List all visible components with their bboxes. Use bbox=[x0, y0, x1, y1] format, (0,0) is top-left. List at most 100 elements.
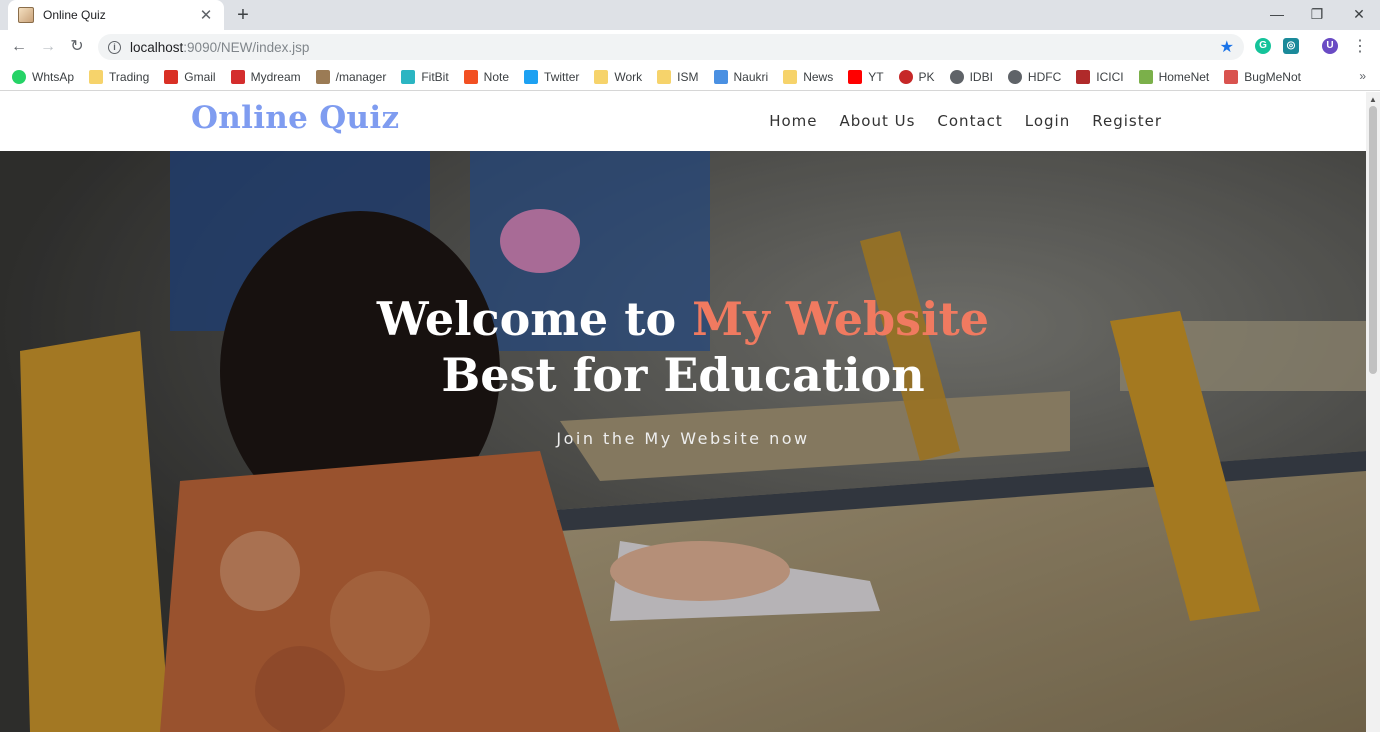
bookmark-item[interactable]: FitBit bbox=[401, 70, 449, 84]
bookmark-label: Twitter bbox=[544, 70, 580, 84]
fitbit-icon bbox=[401, 70, 416, 84]
bookmark-label: News bbox=[803, 70, 834, 84]
url-path: :9090/NEW/index.jsp bbox=[183, 39, 310, 55]
bookmark-label: HomeNet bbox=[1158, 70, 1210, 84]
bookmark-label: Note bbox=[483, 70, 510, 84]
hero-heading-line2: Best for Education bbox=[441, 348, 925, 402]
restore-icon[interactable]: ❐ bbox=[1297, 0, 1337, 30]
address-bar[interactable]: i localhost:9090/NEW/index.jsp ★ bbox=[98, 34, 1244, 60]
folder-icon bbox=[89, 70, 104, 84]
bookmark-label: Mydream bbox=[250, 70, 301, 84]
bookmark-label: ISM bbox=[677, 70, 699, 84]
menu-kebab-icon[interactable]: ⋮ bbox=[1348, 36, 1372, 58]
bookmark-label: ICICI bbox=[1096, 70, 1124, 84]
microsoft-icon bbox=[463, 70, 478, 84]
new-tab-button[interactable]: + bbox=[232, 4, 254, 26]
hero-heading-accent: My Website bbox=[692, 292, 990, 346]
url-host: localhost bbox=[130, 39, 184, 55]
nav-link-about-us[interactable]: About Us bbox=[839, 112, 915, 130]
extension-icon[interactable]: ◎ bbox=[1283, 38, 1299, 54]
bookmark-item[interactable]: Work bbox=[594, 70, 642, 84]
bookmark-star-icon[interactable]: ★ bbox=[1220, 37, 1234, 57]
bookmark-item[interactable]: Trading bbox=[89, 70, 149, 84]
pk-icon bbox=[898, 70, 913, 84]
globe-icon bbox=[1007, 70, 1022, 84]
bookmark-item[interactable]: WhtsAp bbox=[12, 70, 74, 84]
bookmark-label: YT bbox=[868, 70, 884, 84]
nav-link-home[interactable]: Home bbox=[769, 112, 817, 130]
youtube-icon bbox=[848, 70, 863, 84]
hero-banner: Welcome to My Website Best for Education… bbox=[0, 151, 1366, 732]
naukri-icon bbox=[713, 70, 728, 84]
back-icon[interactable]: ← bbox=[7, 36, 31, 58]
bookmark-label: Gmail bbox=[184, 70, 216, 84]
site-brand[interactable]: Online Quiz bbox=[191, 100, 399, 136]
bookmark-label: PK bbox=[918, 70, 935, 84]
bookmark-item[interactable]: HomeNet bbox=[1138, 70, 1210, 84]
bookmark-item[interactable]: PK bbox=[898, 70, 935, 84]
bookmark-item[interactable]: IDBI bbox=[949, 70, 993, 84]
vivaldi-icon bbox=[230, 70, 245, 84]
bookmark-item[interactable]: News bbox=[783, 70, 833, 84]
bookmark-item[interactable]: Naukri bbox=[713, 70, 769, 84]
bookmark-label: Naukri bbox=[733, 70, 769, 84]
bookmark-label: BugMeNot bbox=[1244, 70, 1301, 84]
reload-icon[interactable]: ↻ bbox=[65, 36, 89, 58]
browser-tab[interactable]: Online Quiz ✕ bbox=[8, 0, 224, 30]
hero-heading-line1: Welcome to My Website bbox=[0, 291, 1366, 347]
scroll-up-icon[interactable]: ▲ bbox=[1369, 95, 1377, 104]
bookmark-label: IDBI bbox=[969, 70, 993, 84]
bookmark-item[interactable]: HDFC bbox=[1007, 70, 1062, 84]
nav-link-contact[interactable]: Contact bbox=[937, 112, 1002, 130]
page-scrollbar[interactable]: ▲ bbox=[1366, 92, 1380, 732]
nav-link-register[interactable]: Register bbox=[1092, 112, 1162, 130]
bookmark-label: FitBit bbox=[421, 70, 449, 84]
forward-icon[interactable]: → bbox=[36, 36, 60, 58]
hero-text-block: Welcome to My Website Best for Education… bbox=[0, 291, 1366, 448]
bookmark-item[interactable]: Gmail bbox=[164, 70, 216, 84]
site-favicon-icon bbox=[18, 7, 34, 23]
bugmenot-icon bbox=[1224, 70, 1239, 84]
bookmarks-more-icon[interactable]: » bbox=[1359, 69, 1366, 83]
site-header: Online Quiz Home About Us Contact Login Regi… bbox=[0, 92, 1366, 151]
bookmark-item[interactable]: Mydream bbox=[230, 70, 301, 84]
bookmark-item[interactable]: ISM bbox=[657, 70, 699, 84]
folder-icon bbox=[594, 70, 609, 84]
hero-heading-prefix: Welcome to bbox=[376, 292, 693, 346]
folder-icon bbox=[657, 70, 672, 84]
nav-link-login[interactable]: Login bbox=[1025, 112, 1070, 130]
site-info-icon[interactable]: i bbox=[108, 40, 121, 54]
icici-icon bbox=[1076, 70, 1091, 84]
scrollbar-thumb[interactable] bbox=[1369, 106, 1377, 374]
bookmark-label: Trading bbox=[109, 70, 150, 84]
bookmark-item[interactable]: Twitter bbox=[524, 70, 579, 84]
tab-strip: Online Quiz ✕ + — ❐ ✕ bbox=[0, 0, 1380, 30]
bookmark-label: WhtsAp bbox=[32, 70, 75, 84]
bookmark-item[interactable]: Note bbox=[463, 70, 510, 84]
main-nav: Home About Us Contact Login Register bbox=[747, 112, 1162, 130]
twitter-icon bbox=[524, 70, 539, 84]
close-window-icon[interactable]: ✕ bbox=[1339, 0, 1379, 30]
profile-avatar[interactable]: U bbox=[1322, 38, 1338, 54]
bookmark-item[interactable]: BugMeNot bbox=[1224, 70, 1301, 84]
whatsapp-icon bbox=[12, 70, 26, 84]
bookmark-label: Work bbox=[614, 70, 643, 84]
homenet-icon bbox=[1138, 70, 1153, 84]
minimize-icon[interactable]: — bbox=[1257, 0, 1297, 30]
gmail-icon bbox=[164, 70, 179, 84]
page-viewport: Online Quiz Home About Us Contact Login Regi… bbox=[0, 92, 1366, 732]
hero-subtitle: Join the My Website now bbox=[556, 429, 810, 448]
browser-toolbar: ← → ↻ i localhost:9090/NEW/index.jsp ★ G… bbox=[0, 30, 1380, 64]
bookmark-label: /manager bbox=[335, 70, 387, 84]
tab-title: Online Quiz bbox=[43, 8, 106, 22]
bookmark-label: HDFC bbox=[1027, 70, 1062, 84]
grammarly-icon[interactable]: G bbox=[1255, 38, 1271, 54]
bookmark-item[interactable]: /manager bbox=[315, 70, 387, 84]
folder-icon bbox=[783, 70, 798, 84]
globe-icon bbox=[949, 70, 964, 84]
bookmark-item[interactable]: ICICI bbox=[1076, 70, 1124, 84]
manager-icon bbox=[315, 70, 330, 84]
bookmark-item[interactable]: YT bbox=[848, 70, 884, 84]
close-tab-icon[interactable]: ✕ bbox=[198, 6, 214, 24]
bookmarks-bar: WhtsAp Trading Gmail Mydream/manager FitBit N… bbox=[0, 64, 1380, 91]
